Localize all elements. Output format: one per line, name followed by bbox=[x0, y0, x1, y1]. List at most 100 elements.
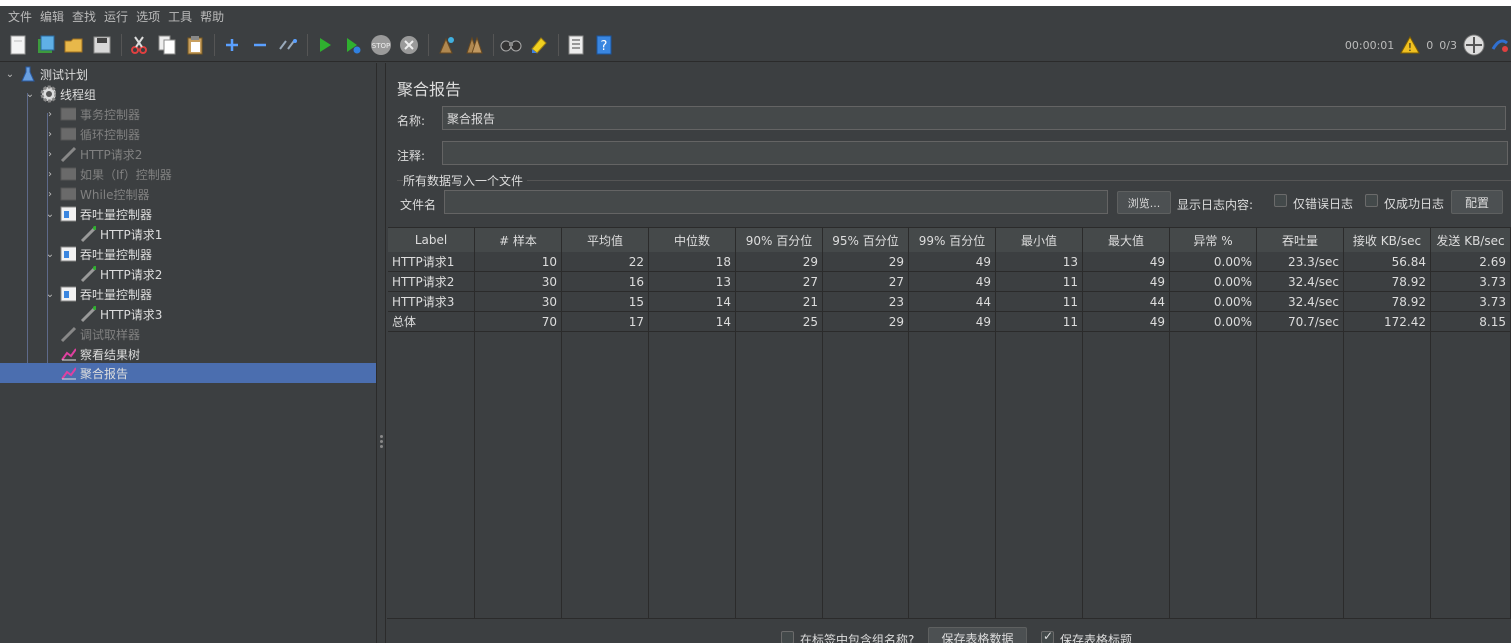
save-table-header-checkbox[interactable] bbox=[1041, 629, 1054, 643]
menu-help[interactable]: 帮助 bbox=[196, 6, 228, 28]
log-viewer-icon[interactable] bbox=[1491, 35, 1509, 55]
start-no-pause-icon[interactable] bbox=[341, 33, 365, 57]
clear-all-icon[interactable] bbox=[462, 33, 486, 57]
copy-icon[interactable] bbox=[155, 33, 179, 57]
search-icon[interactable] bbox=[499, 33, 523, 57]
table-row[interactable]: HTTP请求1 10 22 18 29 29 49 13 49 0.00% 23… bbox=[388, 252, 1511, 272]
chevron-right-icon[interactable]: › bbox=[44, 108, 56, 120]
menu-options[interactable]: 选项 bbox=[132, 6, 164, 28]
column-header-99-percentile[interactable]: 99% 百分位 bbox=[909, 228, 996, 252]
reset-search-icon[interactable] bbox=[527, 33, 551, 57]
collapse-icon[interactable] bbox=[248, 33, 272, 57]
elapsed-timer: 00:00:01 bbox=[1344, 38, 1395, 52]
toolbar-separator bbox=[307, 33, 308, 56]
cut-icon[interactable] bbox=[127, 33, 151, 57]
chevron-right-icon[interactable]: › bbox=[44, 128, 56, 140]
tree-node-debug-sampler[interactable]: 调试取样器 bbox=[60, 324, 140, 344]
warning-icon[interactable]: ! bbox=[1400, 36, 1421, 54]
tree-node-while-controller[interactable]: › While控制器 bbox=[44, 184, 150, 204]
tree-label: 察看结果树 bbox=[80, 347, 141, 362]
tree-label: HTTP请求2 bbox=[100, 267, 163, 282]
save-table-data-button[interactable]: 保存表格数据 bbox=[928, 627, 1027, 643]
name-input[interactable]: 聚合报告 bbox=[442, 106, 1506, 130]
table-cell: 49 bbox=[1083, 252, 1170, 272]
tree-node-http-request-2-disabled[interactable]: › HTTP请求2 bbox=[44, 144, 142, 164]
table-row[interactable]: HTTP请求3 30 15 14 21 23 44 11 44 0.00% 32… bbox=[388, 292, 1511, 312]
configure-button[interactable]: 配置 bbox=[1451, 190, 1503, 214]
table-row-total[interactable]: 总体 70 17 14 25 29 49 11 49 0.00% 70.7/se… bbox=[388, 312, 1511, 332]
chevron-down-icon[interactable]: ⌄ bbox=[44, 208, 56, 220]
stop-icon[interactable]: STOP bbox=[369, 33, 393, 57]
column-header-error-percent[interactable]: 异常 % bbox=[1170, 228, 1257, 252]
splitter-grip[interactable] bbox=[380, 435, 384, 451]
tree-node-transaction-controller[interactable]: › 事务控制器 bbox=[44, 104, 140, 124]
tree-node-throughput-controller-2[interactable]: ⌄ 吞吐量控制器 bbox=[44, 244, 152, 264]
column-header-label[interactable]: Label bbox=[388, 228, 475, 252]
table-cell: 2.69 bbox=[1431, 252, 1511, 272]
tree-node-if-controller[interactable]: › 如果（If）控制器 bbox=[44, 164, 172, 184]
shutdown-icon[interactable] bbox=[397, 33, 421, 57]
column-header-average[interactable]: 平均值 bbox=[562, 228, 649, 252]
filename-input[interactable] bbox=[444, 190, 1108, 214]
chevron-right-icon[interactable]: › bbox=[44, 188, 56, 200]
chevron-down-icon[interactable]: ⌄ bbox=[24, 88, 36, 100]
chevron-right-icon[interactable]: › bbox=[44, 168, 56, 180]
table-cell: 0.00% bbox=[1170, 292, 1257, 312]
remote-engine-icon[interactable] bbox=[1463, 34, 1485, 56]
success-only-checkbox[interactable] bbox=[1365, 194, 1378, 207]
column-header-throughput[interactable]: 吞吐量 bbox=[1257, 228, 1344, 252]
new-icon[interactable] bbox=[6, 33, 30, 57]
column-header-median[interactable]: 中位数 bbox=[649, 228, 736, 252]
include-group-checkbox[interactable] bbox=[781, 631, 794, 643]
tree-node-throughput-controller-1[interactable]: ⌄ 吞吐量控制器 bbox=[44, 204, 152, 224]
menu-tools[interactable]: 工具 bbox=[164, 6, 196, 28]
chevron-down-icon[interactable]: ⌄ bbox=[4, 68, 16, 80]
expand-icon[interactable] bbox=[220, 33, 244, 57]
tree-node-throughput-controller-3[interactable]: ⌄ 吞吐量控制器 bbox=[44, 284, 152, 304]
menu-search[interactable]: 查找 bbox=[68, 6, 100, 28]
function-helper-icon[interactable] bbox=[564, 33, 588, 57]
tree-node-aggregate-report[interactable]: 聚合报告 bbox=[0, 363, 376, 383]
start-icon[interactable] bbox=[313, 33, 337, 57]
column-header-max[interactable]: 最大值 bbox=[1083, 228, 1170, 252]
column-header-90-percentile[interactable]: 90% 百分位 bbox=[736, 228, 823, 252]
menu-bar: 文件 编辑 查找 运行 选项 工具 帮助 bbox=[0, 6, 1511, 28]
column-header-received-kb[interactable]: 接收 KB/sec bbox=[1344, 228, 1431, 252]
save-icon[interactable] bbox=[90, 33, 114, 57]
menu-edit[interactable]: 编辑 bbox=[36, 6, 68, 28]
chevron-down-icon[interactable]: ⌄ bbox=[44, 248, 56, 260]
pipette-icon bbox=[80, 266, 96, 283]
chevron-down-icon[interactable]: ⌄ bbox=[44, 288, 56, 300]
tree-label: 事务控制器 bbox=[80, 107, 141, 122]
table-cell: 27 bbox=[736, 272, 823, 292]
column-header-samples[interactable]: # 样本 bbox=[475, 228, 562, 252]
tree-label: 吞吐量控制器 bbox=[80, 207, 153, 222]
tree-node-http-request-2[interactable]: HTTP请求2 bbox=[80, 264, 162, 284]
help-icon[interactable]: ? bbox=[592, 33, 616, 57]
tree-node-test-plan[interactable]: ⌄ 测试计划 bbox=[4, 64, 88, 84]
column-header-sent-kb[interactable]: 发送 KB/sec bbox=[1431, 228, 1511, 252]
table-row[interactable]: HTTP请求2 30 16 13 27 27 49 11 49 0.00% 32… bbox=[388, 272, 1511, 292]
templates-icon[interactable] bbox=[34, 33, 58, 57]
tree-node-http-request-3[interactable]: HTTP请求3 bbox=[80, 304, 162, 324]
tree-node-thread-group[interactable]: ⌄ 线程组 bbox=[24, 84, 96, 104]
tree-node-loop-controller[interactable]: › 循环控制器 bbox=[44, 124, 140, 144]
menu-file[interactable]: 文件 bbox=[4, 6, 36, 28]
column-header-95-percentile[interactable]: 95% 百分位 bbox=[823, 228, 909, 252]
svg-text:STOP: STOP bbox=[372, 42, 390, 50]
menu-run[interactable]: 运行 bbox=[100, 6, 132, 28]
open-icon[interactable] bbox=[62, 33, 86, 57]
errors-only-label: 仅错误日志 bbox=[1293, 197, 1354, 211]
paste-icon[interactable] bbox=[183, 33, 207, 57]
panel-splitter[interactable] bbox=[378, 63, 386, 643]
column-header-min[interactable]: 最小值 bbox=[996, 228, 1083, 252]
errors-only-checkbox[interactable] bbox=[1274, 194, 1287, 207]
chevron-right-icon[interactable]: › bbox=[44, 148, 56, 160]
browse-button[interactable]: 浏览... bbox=[1117, 191, 1171, 214]
comment-label: 注释: bbox=[397, 149, 426, 163]
comment-input[interactable] bbox=[442, 141, 1508, 165]
clear-icon[interactable] bbox=[434, 33, 458, 57]
toggle-icon[interactable] bbox=[276, 33, 300, 57]
tree-node-http-request-1[interactable]: HTTP请求1 bbox=[80, 224, 162, 244]
tree-node-view-results-tree[interactable]: 察看结果树 bbox=[60, 344, 140, 364]
